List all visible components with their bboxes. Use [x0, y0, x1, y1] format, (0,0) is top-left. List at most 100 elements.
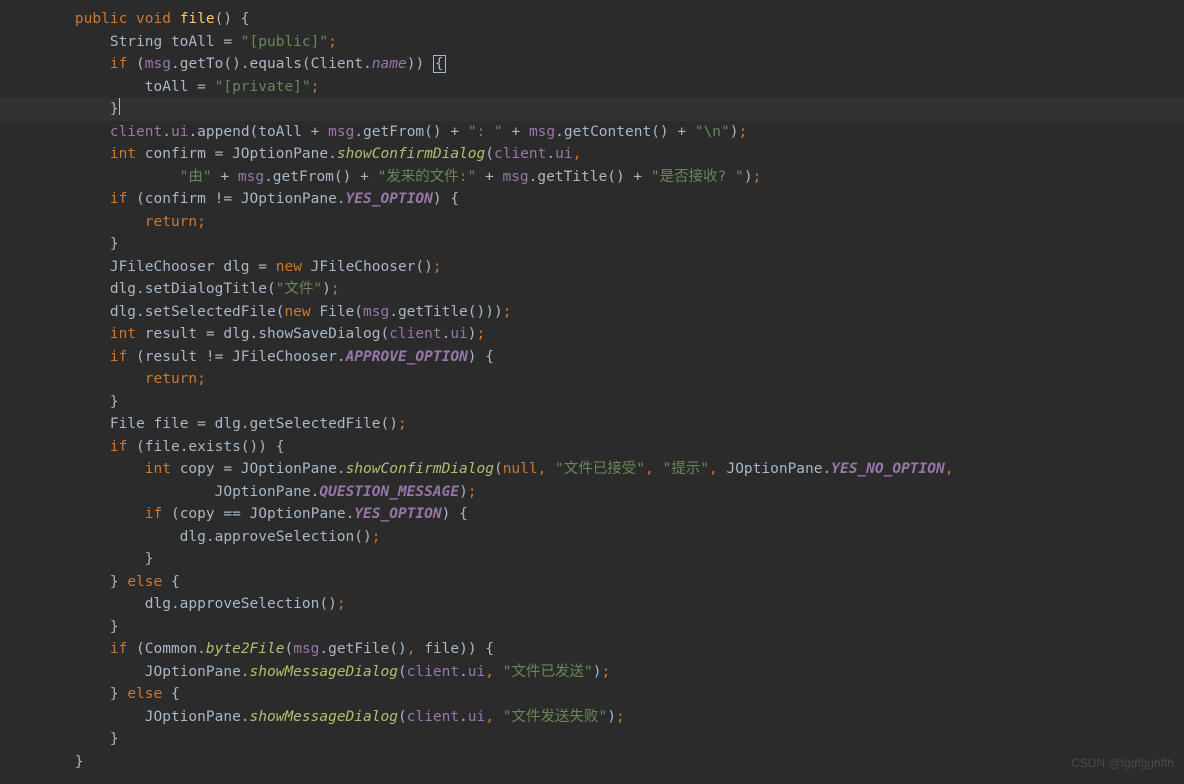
code-line[interactable]: public void file() {: [0, 8, 1184, 31]
code-token: .getFrom() +: [354, 124, 468, 140]
code-token: [40, 146, 110, 162]
code-token: public void: [75, 11, 180, 27]
code-token: ): [744, 169, 753, 185]
code-token: .: [197, 641, 206, 657]
code-line[interactable]: }: [0, 233, 1184, 256]
code-token: [40, 259, 110, 275]
code-token: new: [284, 304, 319, 320]
code-token: ;: [398, 416, 407, 432]
code-token: showMessageDialog: [250, 709, 398, 725]
code-line[interactable]: File file = dlg.getSelectedFile();: [0, 413, 1184, 436]
code-token: {: [433, 55, 446, 73]
code-token: JFileChooser(): [311, 259, 433, 275]
code-line[interactable]: if (msg.getTo().equals(Client.name)) {: [0, 53, 1184, 76]
code-token: [40, 34, 110, 50]
code-line[interactable]: dlg.approveSelection();: [0, 593, 1184, 616]
code-line[interactable]: JOptionPane.QUESTION_MESSAGE);: [0, 481, 1184, 504]
code-token: JOptionPane: [726, 461, 822, 477]
code-token: client: [407, 664, 459, 680]
code-token: +: [503, 124, 529, 140]
code-token: .: [328, 146, 337, 162]
code-token: (file.exists()) {: [136, 439, 284, 455]
code-line[interactable]: if (copy == JOptionPane.YES_OPTION) {: [0, 503, 1184, 526]
code-line[interactable]: }: [0, 751, 1184, 774]
code-token: ui: [171, 124, 188, 140]
code-token: "\n": [695, 124, 730, 140]
code-token: ;: [753, 169, 762, 185]
code-token: msg: [328, 124, 354, 140]
code-line[interactable]: JOptionPane.showMessageDialog(client.ui,…: [0, 706, 1184, 729]
code-token: return;: [145, 214, 206, 230]
code-token: ,: [485, 709, 502, 725]
code-token: .append(toAll +: [188, 124, 328, 140]
code-token: return;: [145, 371, 206, 387]
code-token: (: [398, 709, 407, 725]
code-line[interactable]: client.ui.append(toAll + msg.getFrom() +…: [0, 121, 1184, 144]
code-token: YES_OPTION: [354, 506, 441, 522]
code-line[interactable]: dlg.setDialogTitle("文件");: [0, 278, 1184, 301]
code-line[interactable]: }: [0, 391, 1184, 414]
code-token: if: [110, 56, 136, 72]
code-line[interactable]: } else {: [0, 683, 1184, 706]
code-line[interactable]: int copy = JOptionPane.showConfirmDialog…: [0, 458, 1184, 481]
code-line[interactable]: JOptionPane.showMessageDialog(client.ui,…: [0, 661, 1184, 684]
code-token: [40, 664, 145, 680]
code-line[interactable]: }: [0, 728, 1184, 751]
code-token: .getFrom() +: [264, 169, 378, 185]
code-token: .getContent() +: [555, 124, 695, 140]
code-token: [40, 56, 110, 72]
code-token: toAll =: [171, 34, 241, 50]
code-token: ;: [477, 326, 486, 342]
code-token: ;: [311, 79, 320, 95]
code-token: (confirm !=: [136, 191, 241, 207]
code-token: .getFile(): [319, 641, 406, 657]
code-token: ): [468, 326, 477, 342]
code-token: }: [40, 551, 154, 567]
code-token: ui: [555, 146, 572, 162]
code-token: "文件已发送": [503, 664, 593, 680]
code-token: ,: [538, 461, 555, 477]
code-token: [40, 214, 145, 230]
code-line[interactable]: return;: [0, 211, 1184, 234]
code-line[interactable]: if (file.exists()) {: [0, 436, 1184, 459]
code-line[interactable]: int confirm = JOptionPane.showConfirmDia…: [0, 143, 1184, 166]
code-token: msg: [502, 169, 528, 185]
code-token: ): [607, 709, 616, 725]
code-token: byte2File: [206, 641, 285, 657]
code-line[interactable]: if (Common.byte2File(msg.getFile(), file…: [0, 638, 1184, 661]
code-token: else: [127, 686, 171, 702]
code-token: ;: [739, 124, 748, 140]
code-token: }: [40, 101, 119, 117]
code-line[interactable]: "由" + msg.getFrom() + "发来的文件:" + msg.get…: [0, 166, 1184, 189]
code-line[interactable]: int result = dlg.showSaveDialog(client.u…: [0, 323, 1184, 346]
code-line[interactable]: } else {: [0, 571, 1184, 594]
code-line[interactable]: toAll = "[private]";: [0, 76, 1184, 99]
code-editor[interactable]: public void file() { String toAll = "[pu…: [0, 0, 1184, 781]
code-token: ;: [616, 709, 625, 725]
code-token: ,: [485, 664, 502, 680]
code-line[interactable]: dlg.approveSelection();: [0, 526, 1184, 549]
code-token: [40, 461, 145, 477]
code-token: msg: [529, 124, 555, 140]
code-token: ,: [573, 146, 582, 162]
code-line[interactable]: if (result != JFileChooser.APPROVE_OPTIO…: [0, 346, 1184, 369]
code-line[interactable]: }: [0, 98, 1184, 121]
code-token: ): [459, 484, 468, 500]
code-token: JOptionPane: [145, 664, 241, 680]
code-token: Client: [311, 56, 363, 72]
code-line[interactable]: dlg.setSelectedFile(new File(msg.getTitl…: [0, 301, 1184, 324]
code-line[interactable]: JFileChooser dlg = new JFileChooser();: [0, 256, 1184, 279]
code-token: [40, 506, 145, 522]
code-line[interactable]: String toAll = "[public]";: [0, 31, 1184, 54]
code-line[interactable]: if (confirm != JOptionPane.YES_OPTION) {: [0, 188, 1184, 211]
code-token: (copy ==: [171, 506, 250, 522]
code-token: }: [40, 731, 119, 747]
code-token: .: [337, 349, 346, 365]
code-line[interactable]: }: [0, 616, 1184, 639]
code-line[interactable]: }: [0, 548, 1184, 571]
code-token: ui: [468, 709, 485, 725]
code-line[interactable]: return;: [0, 368, 1184, 391]
code-token: (: [136, 56, 145, 72]
code-token: (: [398, 664, 407, 680]
code-token: ) {: [433, 191, 459, 207]
